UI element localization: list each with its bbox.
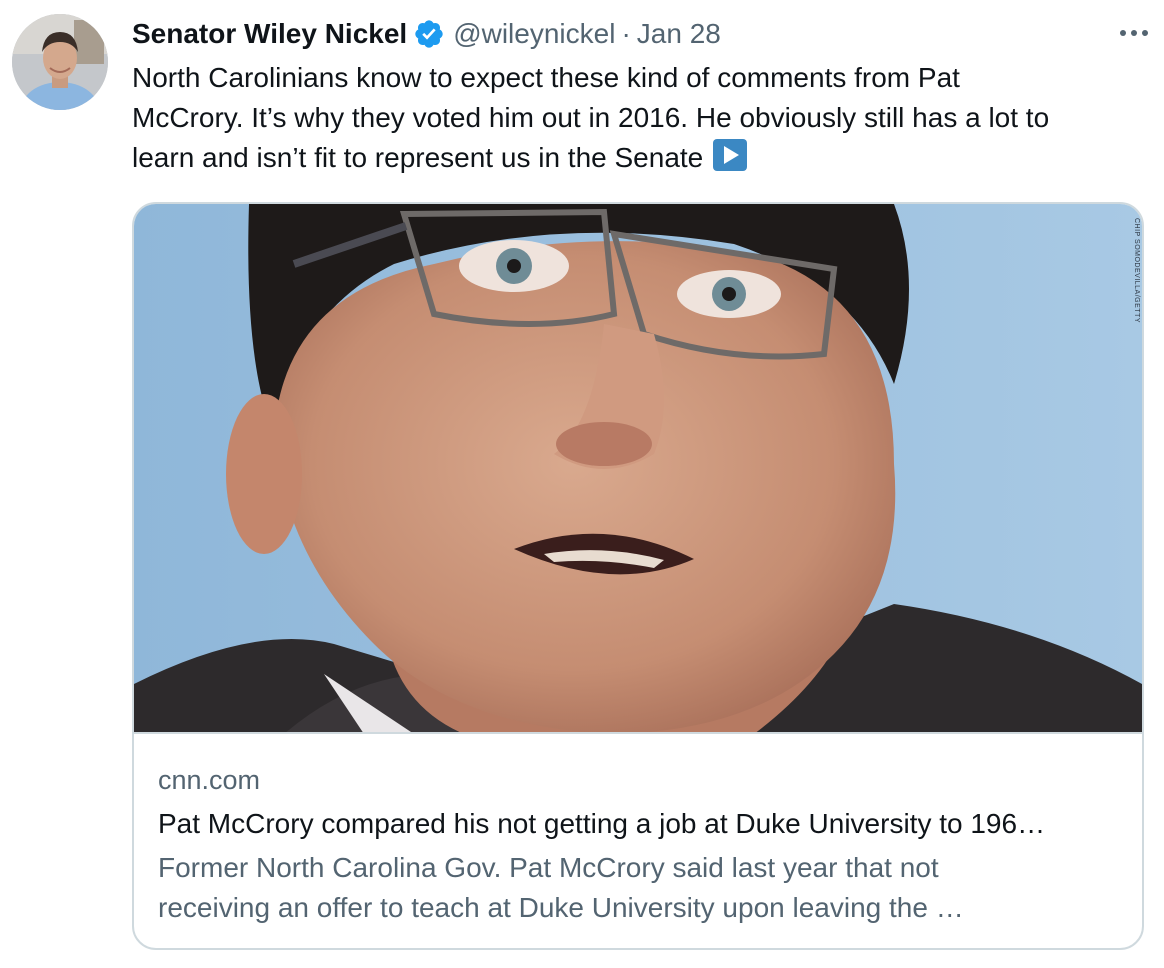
tweet-date[interactable]: Jan 28 [637,18,721,50]
tweet-header: Senator Wiley Nickel @wileynickel · Jan … [132,14,721,54]
card-description-line: Former North Carolina Gov. Pat McCrory s… [158,852,939,883]
avatar-photo [12,14,108,110]
article-image: CHIP SOMODEVILLA/GETTY [134,204,1142,734]
author-handle[interactable]: @wileynickel [453,18,615,50]
more-options-icon[interactable] [1114,18,1154,48]
tweet-text: North Carolinians know to expect these k… [132,58,1142,178]
separator-dot: · [621,18,631,49]
card-description-line: receiving an offer to teach at Duke Univ… [158,892,964,923]
card-meta: cnn.com Pat McCrory compared his not get… [158,762,1118,928]
portrait-photo [134,204,1142,732]
tweet-text-line: learn and isn’t fit to represent us in t… [132,138,1142,178]
tweet-text-line: McCrory. It’s why they voted him out in … [132,102,1050,133]
play-button-emoji-icon [713,139,748,171]
card-description: Former North Carolina Gov. Pat McCrory s… [158,848,1118,928]
author-name[interactable]: Senator Wiley Nickel [132,18,407,50]
card-domain: cnn.com [158,765,261,795]
tweet-text-segment: learn and isn’t fit to represent us in t… [132,142,704,173]
link-preview-card[interactable]: CHIP SOMODEVILLA/GETTY cnn.com Pat McCro… [132,202,1144,950]
tweet-text-line: North Carolinians know to expect these k… [132,62,960,93]
image-credit: CHIP SOMODEVILLA/GETTY [1133,218,1140,324]
verified-badge-icon [413,18,445,50]
author-avatar[interactable] [12,14,108,110]
card-title: Pat McCrory compared his not getting a j… [158,808,1046,839]
